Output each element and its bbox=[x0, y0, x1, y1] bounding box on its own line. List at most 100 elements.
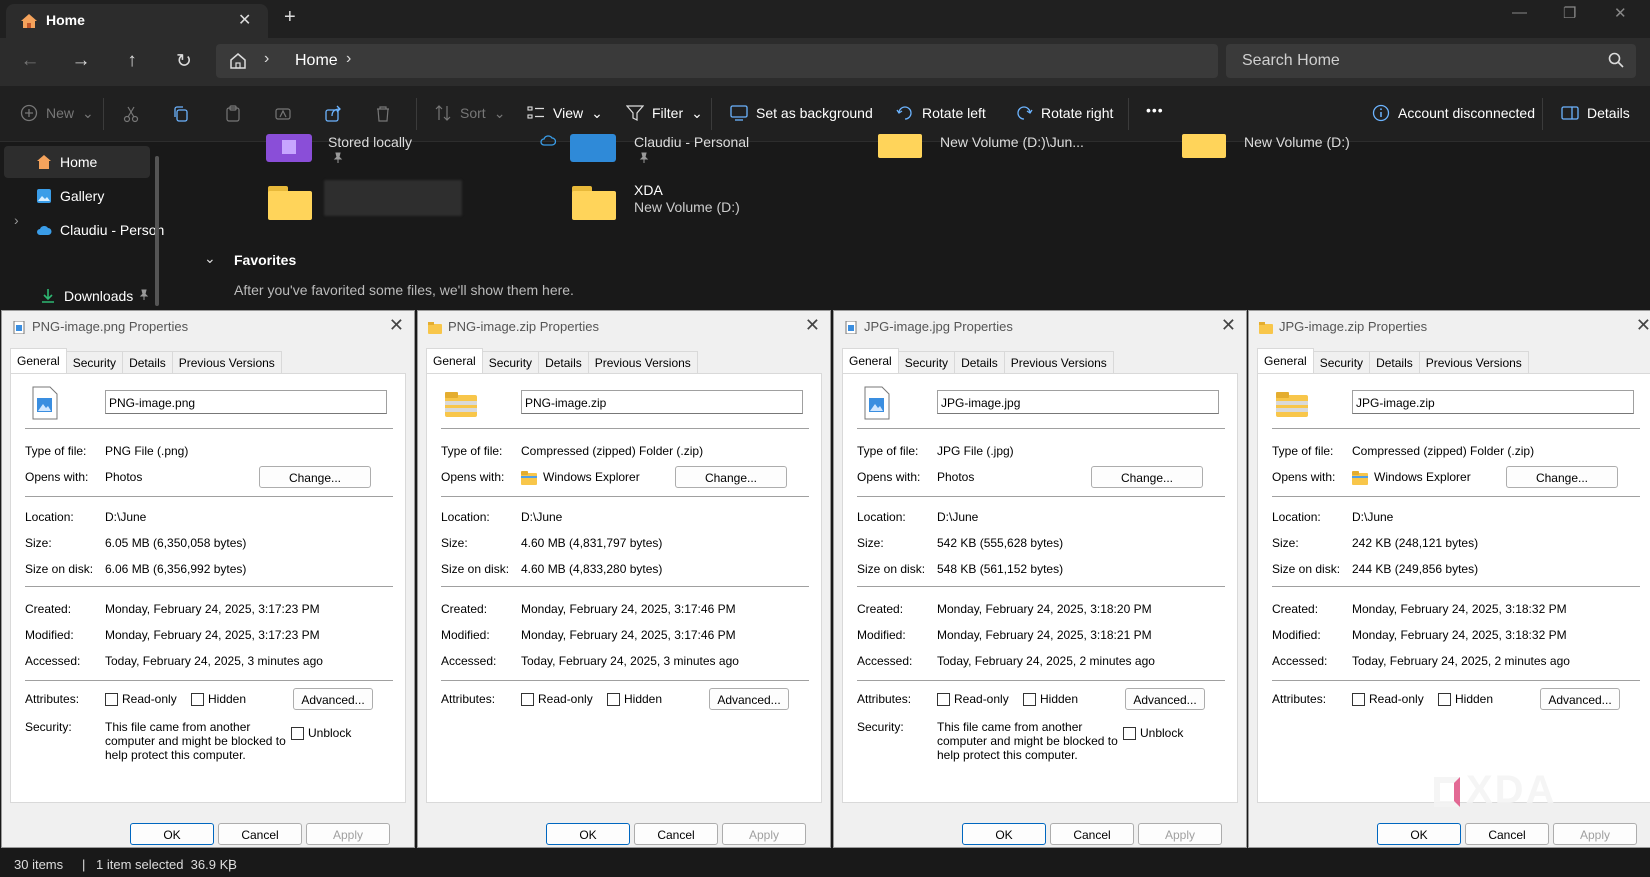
paste-icon[interactable] bbox=[224, 105, 242, 123]
advanced-button[interactable]: Advanced... bbox=[709, 688, 789, 710]
tab-security[interactable]: Security bbox=[481, 351, 540, 373]
read-only-checkbox[interactable]: Read-only bbox=[937, 692, 1009, 706]
close-icon[interactable]: ✕ bbox=[389, 315, 404, 336]
set-as-background-button[interactable]: Set as background bbox=[730, 104, 873, 122]
tab-details[interactable]: Details bbox=[954, 351, 1005, 373]
cancel-button[interactable]: Cancel bbox=[218, 823, 302, 845]
hidden-checkbox[interactable]: Hidden bbox=[1023, 692, 1078, 706]
change-button[interactable]: Change... bbox=[1091, 466, 1203, 488]
tab-details[interactable]: Details bbox=[538, 351, 589, 373]
search-input[interactable]: Search Home bbox=[1242, 52, 1340, 70]
tab-previous-versions[interactable]: Previous Versions bbox=[587, 351, 698, 373]
minimize-button[interactable]: — bbox=[1512, 4, 1527, 21]
file-name-field[interactable]: PNG-image.zip bbox=[521, 390, 803, 414]
unblock-checkbox[interactable]: Unblock bbox=[291, 726, 351, 740]
file-name-field[interactable]: JPG-image.zip bbox=[1352, 390, 1634, 414]
favorites-heading[interactable]: Favorites bbox=[234, 252, 296, 268]
share-icon[interactable] bbox=[324, 105, 342, 123]
rotate-left-button[interactable]: Rotate left bbox=[896, 104, 986, 122]
account-disconnected-button[interactable]: Account disconnected bbox=[1372, 104, 1535, 122]
tab-general[interactable]: General bbox=[1257, 348, 1314, 373]
tab-general[interactable]: General bbox=[842, 348, 899, 373]
ok-button[interactable]: OK bbox=[130, 823, 214, 845]
cut-icon[interactable] bbox=[122, 105, 140, 123]
unblock-checkbox[interactable]: Unblock bbox=[1123, 726, 1183, 740]
tab-details[interactable]: Details bbox=[122, 351, 173, 373]
file-name-field[interactable]: PNG-image.png bbox=[105, 390, 387, 414]
close-icon[interactable]: ✕ bbox=[1221, 315, 1236, 336]
tab-previous-versions[interactable]: Previous Versions bbox=[1418, 351, 1529, 373]
sidebar-scrollbar[interactable] bbox=[155, 156, 159, 306]
breadcrumb-home[interactable]: Home bbox=[295, 52, 338, 70]
close-icon[interactable]: ✕ bbox=[1636, 315, 1650, 336]
refresh-button[interactable]: ↻ bbox=[172, 50, 196, 73]
read-only-checkbox[interactable]: Read-only bbox=[1352, 692, 1424, 706]
properties-dialog: PNG-image.png Properties ✕ General Security… bbox=[1, 310, 415, 848]
hidden-checkbox[interactable]: Hidden bbox=[607, 692, 662, 706]
read-only-checkbox[interactable]: Read-only bbox=[105, 692, 177, 706]
copy-icon[interactable] bbox=[172, 105, 190, 123]
close-window-button[interactable]: ✕ bbox=[1614, 4, 1627, 22]
close-tab-icon[interactable]: ✕ bbox=[238, 10, 251, 30]
sidebar-item-gallery[interactable]: Gallery bbox=[4, 180, 150, 212]
cancel-button[interactable]: Cancel bbox=[1050, 823, 1134, 845]
delete-icon[interactable] bbox=[374, 105, 392, 123]
ok-button[interactable]: OK bbox=[962, 823, 1046, 845]
tab-general[interactable]: General bbox=[426, 348, 483, 373]
details-pane-button[interactable]: Details bbox=[1561, 104, 1630, 122]
ok-button[interactable]: OK bbox=[1377, 823, 1461, 845]
divider bbox=[25, 428, 393, 429]
apply-button[interactable]: Apply bbox=[1553, 823, 1637, 845]
search-box[interactable]: Search Home bbox=[1226, 44, 1636, 78]
change-button[interactable]: Change... bbox=[259, 466, 371, 488]
rotate-right-button[interactable]: Rotate right bbox=[1015, 104, 1113, 122]
attributes-label: Attributes: bbox=[857, 692, 912, 706]
advanced-button[interactable]: Advanced... bbox=[293, 688, 373, 710]
forward-button[interactable]: → bbox=[69, 50, 93, 72]
tab-previous-versions[interactable]: Previous Versions bbox=[171, 351, 282, 373]
cancel-button[interactable]: Cancel bbox=[1465, 823, 1549, 845]
tab-security[interactable]: Security bbox=[1312, 351, 1371, 373]
address-bar[interactable]: › Home › bbox=[216, 44, 1218, 78]
file-name-field[interactable]: JPG-image.jpg bbox=[937, 390, 1219, 414]
apply-button[interactable]: Apply bbox=[1138, 823, 1222, 845]
filter-button[interactable]: Filter ⌄ bbox=[626, 104, 703, 122]
modified-label: Modified: bbox=[1272, 628, 1321, 642]
sidebar-item-onedrive[interactable]: Claudiu - Person bbox=[4, 214, 164, 246]
tab-details[interactable]: Details bbox=[1369, 351, 1420, 373]
new-tab-button[interactable]: + bbox=[284, 6, 296, 29]
cancel-button[interactable]: Cancel bbox=[634, 823, 718, 845]
security-message: This file came from another computer and… bbox=[937, 720, 1118, 762]
advanced-button[interactable]: Advanced... bbox=[1540, 688, 1620, 710]
hidden-checkbox[interactable]: Hidden bbox=[1438, 692, 1493, 706]
more-options-button[interactable]: ••• bbox=[1146, 102, 1164, 118]
restore-button[interactable]: ❐ bbox=[1563, 4, 1576, 22]
apply-button[interactable]: Apply bbox=[306, 823, 390, 845]
new-button[interactable]: New ⌄ bbox=[20, 104, 94, 122]
home-icon bbox=[21, 14, 37, 28]
tab-security[interactable]: Security bbox=[65, 351, 124, 373]
rename-icon[interactable] bbox=[274, 105, 292, 123]
collapse-chevron-icon[interactable]: ⌄ bbox=[204, 250, 216, 267]
view-button[interactable]: View ⌄ bbox=[527, 104, 603, 122]
tab-previous-versions[interactable]: Previous Versions bbox=[1003, 351, 1114, 373]
up-button[interactable]: ↑ bbox=[120, 50, 144, 72]
advanced-button[interactable]: Advanced... bbox=[1125, 688, 1205, 710]
sort-button[interactable]: Sort ⌄ bbox=[434, 104, 505, 122]
size-on-disk-label: Size on disk: bbox=[25, 562, 94, 576]
change-button[interactable]: Change... bbox=[675, 466, 787, 488]
sidebar-item-home[interactable]: Home bbox=[4, 146, 150, 178]
close-icon[interactable]: ✕ bbox=[805, 315, 820, 336]
ok-button[interactable]: OK bbox=[546, 823, 630, 845]
change-button[interactable]: Change... bbox=[1506, 466, 1618, 488]
tab-security[interactable]: Security bbox=[897, 351, 956, 373]
tab-general[interactable]: General bbox=[10, 348, 67, 373]
tab-home[interactable]: Home ✕ bbox=[6, 4, 268, 38]
sidebar-item-downloads[interactable]: Downloads bbox=[4, 280, 150, 312]
hidden-checkbox[interactable]: Hidden bbox=[191, 692, 246, 706]
read-only-checkbox[interactable]: Read-only bbox=[521, 692, 593, 706]
back-button[interactable]: ← bbox=[18, 50, 42, 72]
divider bbox=[441, 428, 809, 429]
apply-button[interactable]: Apply bbox=[722, 823, 806, 845]
breadcrumb-separator[interactable]: › bbox=[346, 50, 351, 68]
